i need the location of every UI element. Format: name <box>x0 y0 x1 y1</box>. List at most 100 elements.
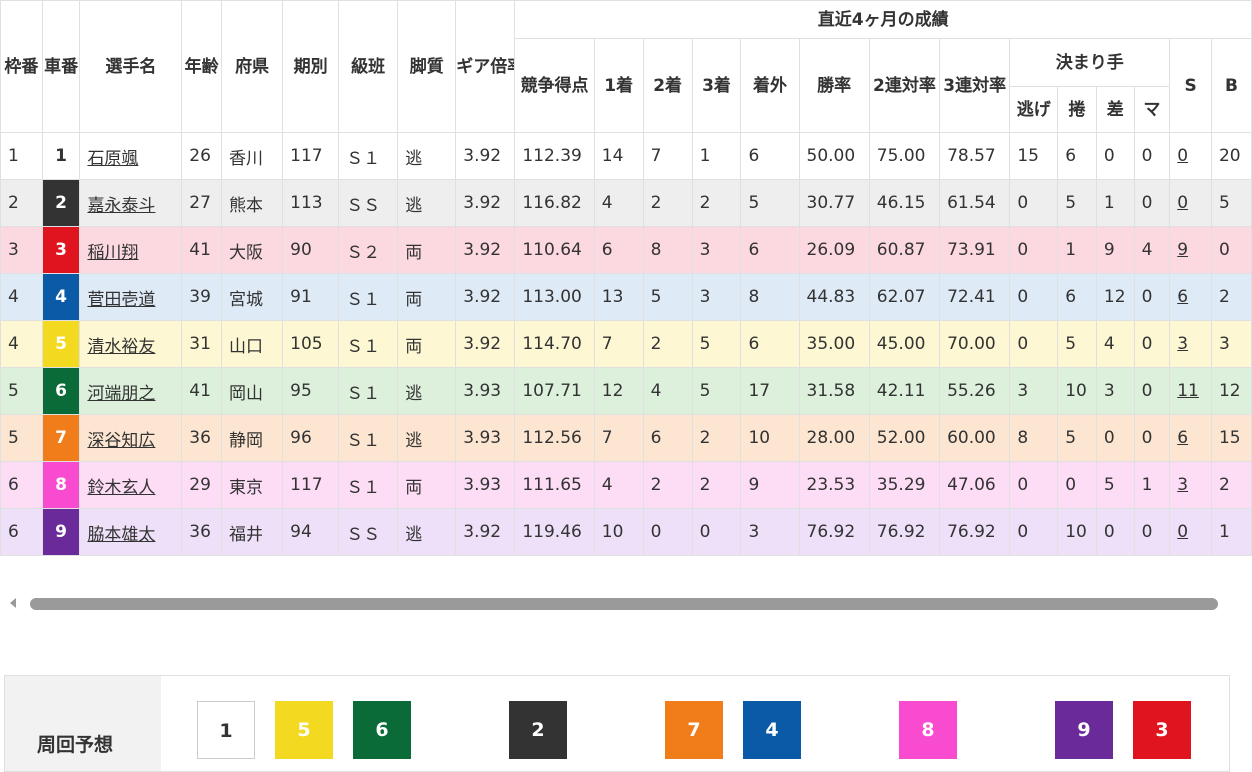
prefecture-cell: 熊本 <box>221 179 284 227</box>
out-of-place-cell: 5 <box>740 179 800 227</box>
s-count-link[interactable]: 6 <box>1177 428 1188 448</box>
first-place-cell: 14 <box>593 132 644 180</box>
top2-rate-cell: 62.07 <box>868 273 941 321</box>
makuri-cell: 10 <box>1057 508 1097 556</box>
s-count-link[interactable]: 3 <box>1177 334 1188 354</box>
rider-name-link[interactable]: 鈴木玄人 <box>87 478 155 498</box>
term-cell: 91 <box>282 273 340 321</box>
prediction-car-chip: 9 <box>1055 701 1113 759</box>
s-cell: 9 <box>1169 226 1212 274</box>
header-top2: 2連対率 <box>868 38 941 133</box>
makuri-cell: 0 <box>1057 461 1097 509</box>
s-cell: 0 <box>1169 132 1212 180</box>
s-count-link[interactable]: 0 <box>1177 146 1188 166</box>
b-cell: 5 <box>1210 179 1252 227</box>
second-place-cell: 4 <box>642 367 693 415</box>
win-rate-cell: 30.77 <box>798 179 870 227</box>
s-count-link[interactable]: 11 <box>1177 381 1199 401</box>
rider-name-link[interactable]: 脇本雄太 <box>87 525 155 545</box>
header-recent: 直近4ヶ月の成績 <box>514 0 1252 39</box>
score-cell: 111.65 <box>514 461 595 509</box>
b-cell: 3 <box>1210 320 1252 368</box>
table-row: 1 1 石原颯 26 香川 117 Ｓ１ 逃 3.92 112.39 14 7 … <box>0 132 1252 180</box>
third-place-cell: 5 <box>691 320 742 368</box>
nige-cell: 15 <box>1009 132 1059 180</box>
rider-name-link[interactable]: 清水裕友 <box>87 337 155 357</box>
class-cell: ＳＳ <box>338 179 399 227</box>
s-count-link[interactable]: 6 <box>1177 287 1188 307</box>
top2-rate-cell: 75.00 <box>868 132 941 180</box>
makuri-cell: 5 <box>1057 414 1097 462</box>
score-cell: 116.82 <box>514 179 595 227</box>
rider-name-cell: 脇本雄太 <box>79 508 183 556</box>
rider-name-link[interactable]: 深谷知広 <box>87 431 155 451</box>
table-row: 4 4 菅田壱道 39 宮城 91 Ｓ１ 両 3.92 113.00 13 5 … <box>0 273 1252 321</box>
out-of-place-cell: 8 <box>740 273 800 321</box>
rider-name-cell: 菅田壱道 <box>79 273 183 321</box>
term-cell: 95 <box>282 367 340 415</box>
header-ma: マ <box>1133 86 1171 133</box>
third-place-cell: 0 <box>691 508 742 556</box>
top3-rate-cell: 73.91 <box>939 226 1011 274</box>
s-cell: 3 <box>1169 461 1212 509</box>
s-count-link[interactable]: 0 <box>1177 522 1188 542</box>
term-cell: 96 <box>282 414 340 462</box>
prediction-car-chip: 8 <box>899 701 957 759</box>
win-rate-cell: 23.53 <box>798 461 870 509</box>
rider-name-link[interactable]: 河端朋之 <box>87 384 155 404</box>
top3-rate-cell: 78.57 <box>939 132 1011 180</box>
second-place-cell: 0 <box>642 508 693 556</box>
out-of-place-cell: 17 <box>740 367 800 415</box>
header-b: B <box>1210 38 1252 133</box>
b-cell: 2 <box>1210 273 1252 321</box>
header-top3: 3連対率 <box>939 38 1011 133</box>
score-cell: 114.70 <box>514 320 595 368</box>
third-place-cell: 2 <box>691 461 742 509</box>
s-count-link[interactable]: 9 <box>1177 240 1188 260</box>
first-place-cell: 7 <box>593 414 644 462</box>
ma-cell: 0 <box>1133 179 1171 227</box>
score-cell: 110.64 <box>514 226 595 274</box>
out-of-place-cell: 3 <box>740 508 800 556</box>
term-cell: 90 <box>282 226 340 274</box>
top2-rate-cell: 35.29 <box>868 461 941 509</box>
rider-name-link[interactable]: 嘉永泰斗 <box>87 196 155 216</box>
third-place-cell: 5 <box>691 367 742 415</box>
prediction-car-chip: 6 <box>353 701 411 759</box>
sashi-cell: 0 <box>1095 508 1135 556</box>
header-leg: 脚質 <box>397 0 457 133</box>
ma-cell: 0 <box>1133 320 1171 368</box>
rider-name-link[interactable]: 石原颯 <box>87 149 138 169</box>
out-of-place-cell: 6 <box>740 226 800 274</box>
class-cell: Ｓ１ <box>338 461 399 509</box>
table-row: 3 3 稲川翔 41 大阪 90 Ｓ２ 両 3.92 110.64 6 8 3 … <box>0 226 1252 274</box>
gear-ratio-cell: 3.92 <box>455 273 516 321</box>
b-cell: 15 <box>1210 414 1252 462</box>
s-cell: 0 <box>1169 179 1212 227</box>
third-place-cell: 3 <box>691 226 742 274</box>
scroll-left-arrow-icon[interactable] <box>10 598 16 608</box>
term-cell: 117 <box>282 461 340 509</box>
prefecture-cell: 大阪 <box>221 226 284 274</box>
term-cell: 117 <box>282 132 340 180</box>
score-cell: 107.71 <box>514 367 595 415</box>
header-winrate: 勝率 <box>798 38 870 133</box>
class-cell: Ｓ１ <box>338 132 399 180</box>
s-count-link[interactable]: 0 <box>1177 193 1188 213</box>
rider-name-link[interactable]: 菅田壱道 <box>87 290 155 310</box>
class-cell: Ｓ２ <box>338 226 399 274</box>
age-cell: 36 <box>181 414 223 462</box>
top3-rate-cell: 61.54 <box>939 179 1011 227</box>
b-cell: 0 <box>1210 226 1252 274</box>
prediction-car-chip: 3 <box>1133 701 1191 759</box>
nige-cell: 0 <box>1009 226 1059 274</box>
third-place-cell: 3 <box>691 273 742 321</box>
age-cell: 29 <box>181 461 223 509</box>
horizontal-scrollbar[interactable] <box>0 590 1252 618</box>
header-class: 級班 <box>338 0 399 133</box>
s-count-link[interactable]: 3 <box>1177 475 1188 495</box>
scrollbar-thumb[interactable] <box>30 598 1218 610</box>
second-place-cell: 2 <box>642 320 693 368</box>
rider-name-link[interactable]: 稲川翔 <box>87 243 138 263</box>
gear-ratio-cell: 3.92 <box>455 320 516 368</box>
